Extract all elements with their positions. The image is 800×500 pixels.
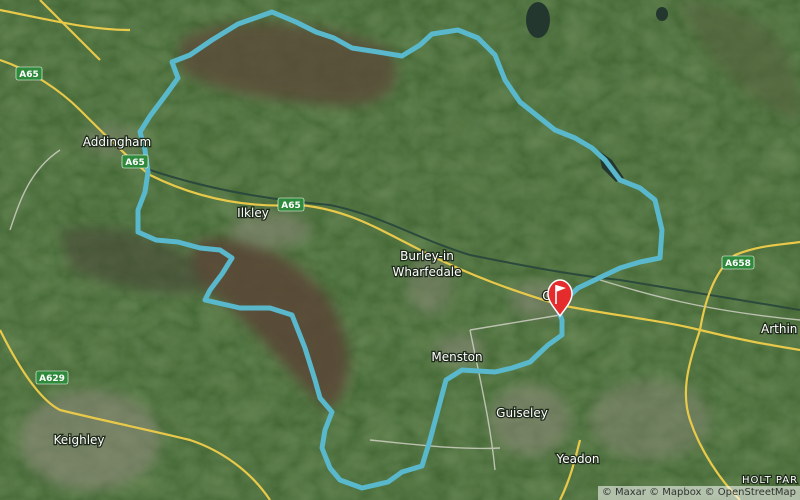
place-label-arthington: Arthin (761, 322, 797, 336)
place-label-addingham: Addingham (83, 135, 151, 149)
map-canvas[interactable]: A65 A65 A65 A658 A629 Addingham Ilkley B… (0, 0, 800, 500)
road-shield-a65-ilkley: A65 (277, 197, 305, 212)
reservoir (656, 7, 668, 21)
reservoir (526, 2, 550, 38)
map-view[interactable]: A65 A65 A65 A658 A629 Addingham Ilkley B… (0, 0, 800, 500)
road-shield-a65-west: A65 (15, 66, 43, 81)
place-label-holt-park: HOLT PAR (742, 475, 798, 486)
svg-text:A658: A658 (725, 259, 751, 269)
place-label-keighley: Keighley (53, 433, 104, 447)
place-label-ilkley: Ilkley (237, 206, 269, 220)
place-label-burley-line1: Burley-in (400, 249, 454, 263)
map-attribution[interactable]: © Maxar © Mapbox © OpenStreetMap (597, 486, 800, 500)
place-label-guiseley: Guiseley (496, 406, 548, 420)
place-label-menston: Menston (431, 350, 482, 364)
road-shield-a65-addingham: A65 (121, 154, 149, 169)
place-label-burley-line2: Wharfedale (392, 265, 461, 279)
place-label-yeadon: Yeadon (555, 452, 599, 466)
svg-text:A65: A65 (281, 201, 301, 211)
svg-text:A65: A65 (19, 70, 39, 80)
svg-text:A65: A65 (125, 158, 145, 168)
road-shield-a658: A658 (721, 255, 755, 270)
road-shield-a629: A629 (35, 370, 69, 385)
svg-text:A629: A629 (39, 374, 65, 384)
